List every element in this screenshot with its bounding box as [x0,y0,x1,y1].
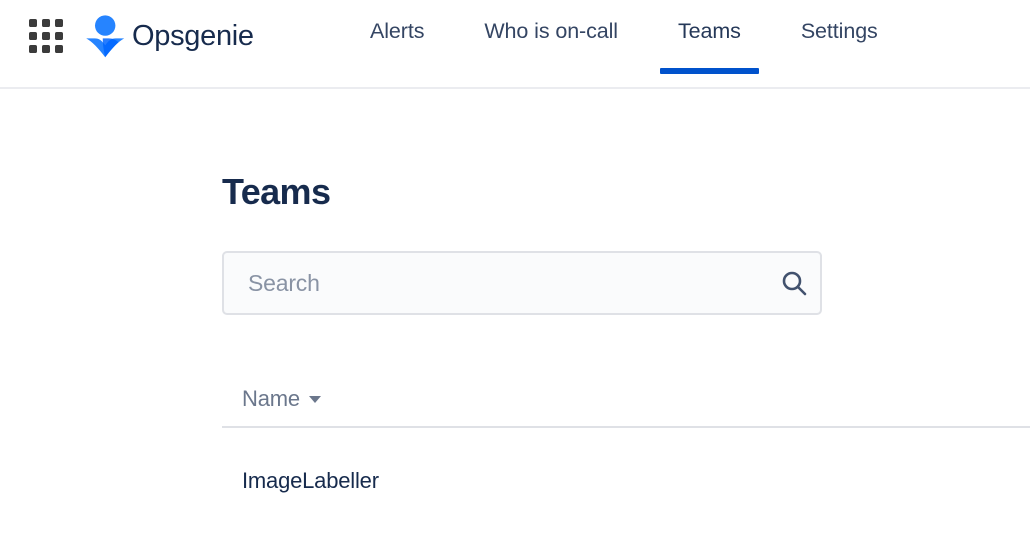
column-header-label: Name [242,386,300,411]
grid-apps-icon[interactable] [29,19,63,53]
page-title: Teams [222,171,331,213]
teams-page-content: Teams Name ImageLabeller [0,89,1030,542]
grid-dot [55,32,63,40]
nav-item-label: Teams [677,19,741,43]
search-input[interactable] [224,253,768,313]
opsgenie-logo-icon [86,15,125,58]
grid-dot [29,45,37,53]
primary-nav: Alerts Who is on-call Teams Settings [352,0,896,89]
grid-dot [29,19,37,27]
search-box[interactable] [222,251,822,315]
grid-dot [29,32,37,40]
nav-item-label: Alerts [370,19,425,43]
nav-item-alerts[interactable]: Alerts [352,0,442,76]
grid-dot [42,32,50,40]
brand-home-link[interactable]: Opsgenie [85,12,254,60]
grid-dot [42,45,50,53]
nav-item-label: Settings [800,19,878,43]
top-navigation-bar: Opsgenie Alerts Who is on-call Teams Set… [0,0,1030,89]
table-row[interactable]: ImageLabeller [242,470,379,492]
nav-item-settings[interactable]: Settings [783,0,896,76]
team-name-cell: ImageLabeller [242,468,379,493]
nav-item-teams[interactable]: Teams [659,0,759,76]
chevron-down-icon [308,395,321,403]
column-header-name[interactable]: Name [242,388,321,410]
nav-item-who-is-on-call[interactable]: Who is on-call [466,0,636,76]
nav-item-label: Who is on-call [484,19,618,43]
grid-dot [42,19,50,27]
grid-dot [55,19,63,27]
search-icon[interactable] [768,253,820,313]
table-header-divider [222,426,1030,428]
magnifier-glyph [782,271,807,296]
grid-dot [55,45,63,53]
brand-name: Opsgenie [132,19,254,52]
